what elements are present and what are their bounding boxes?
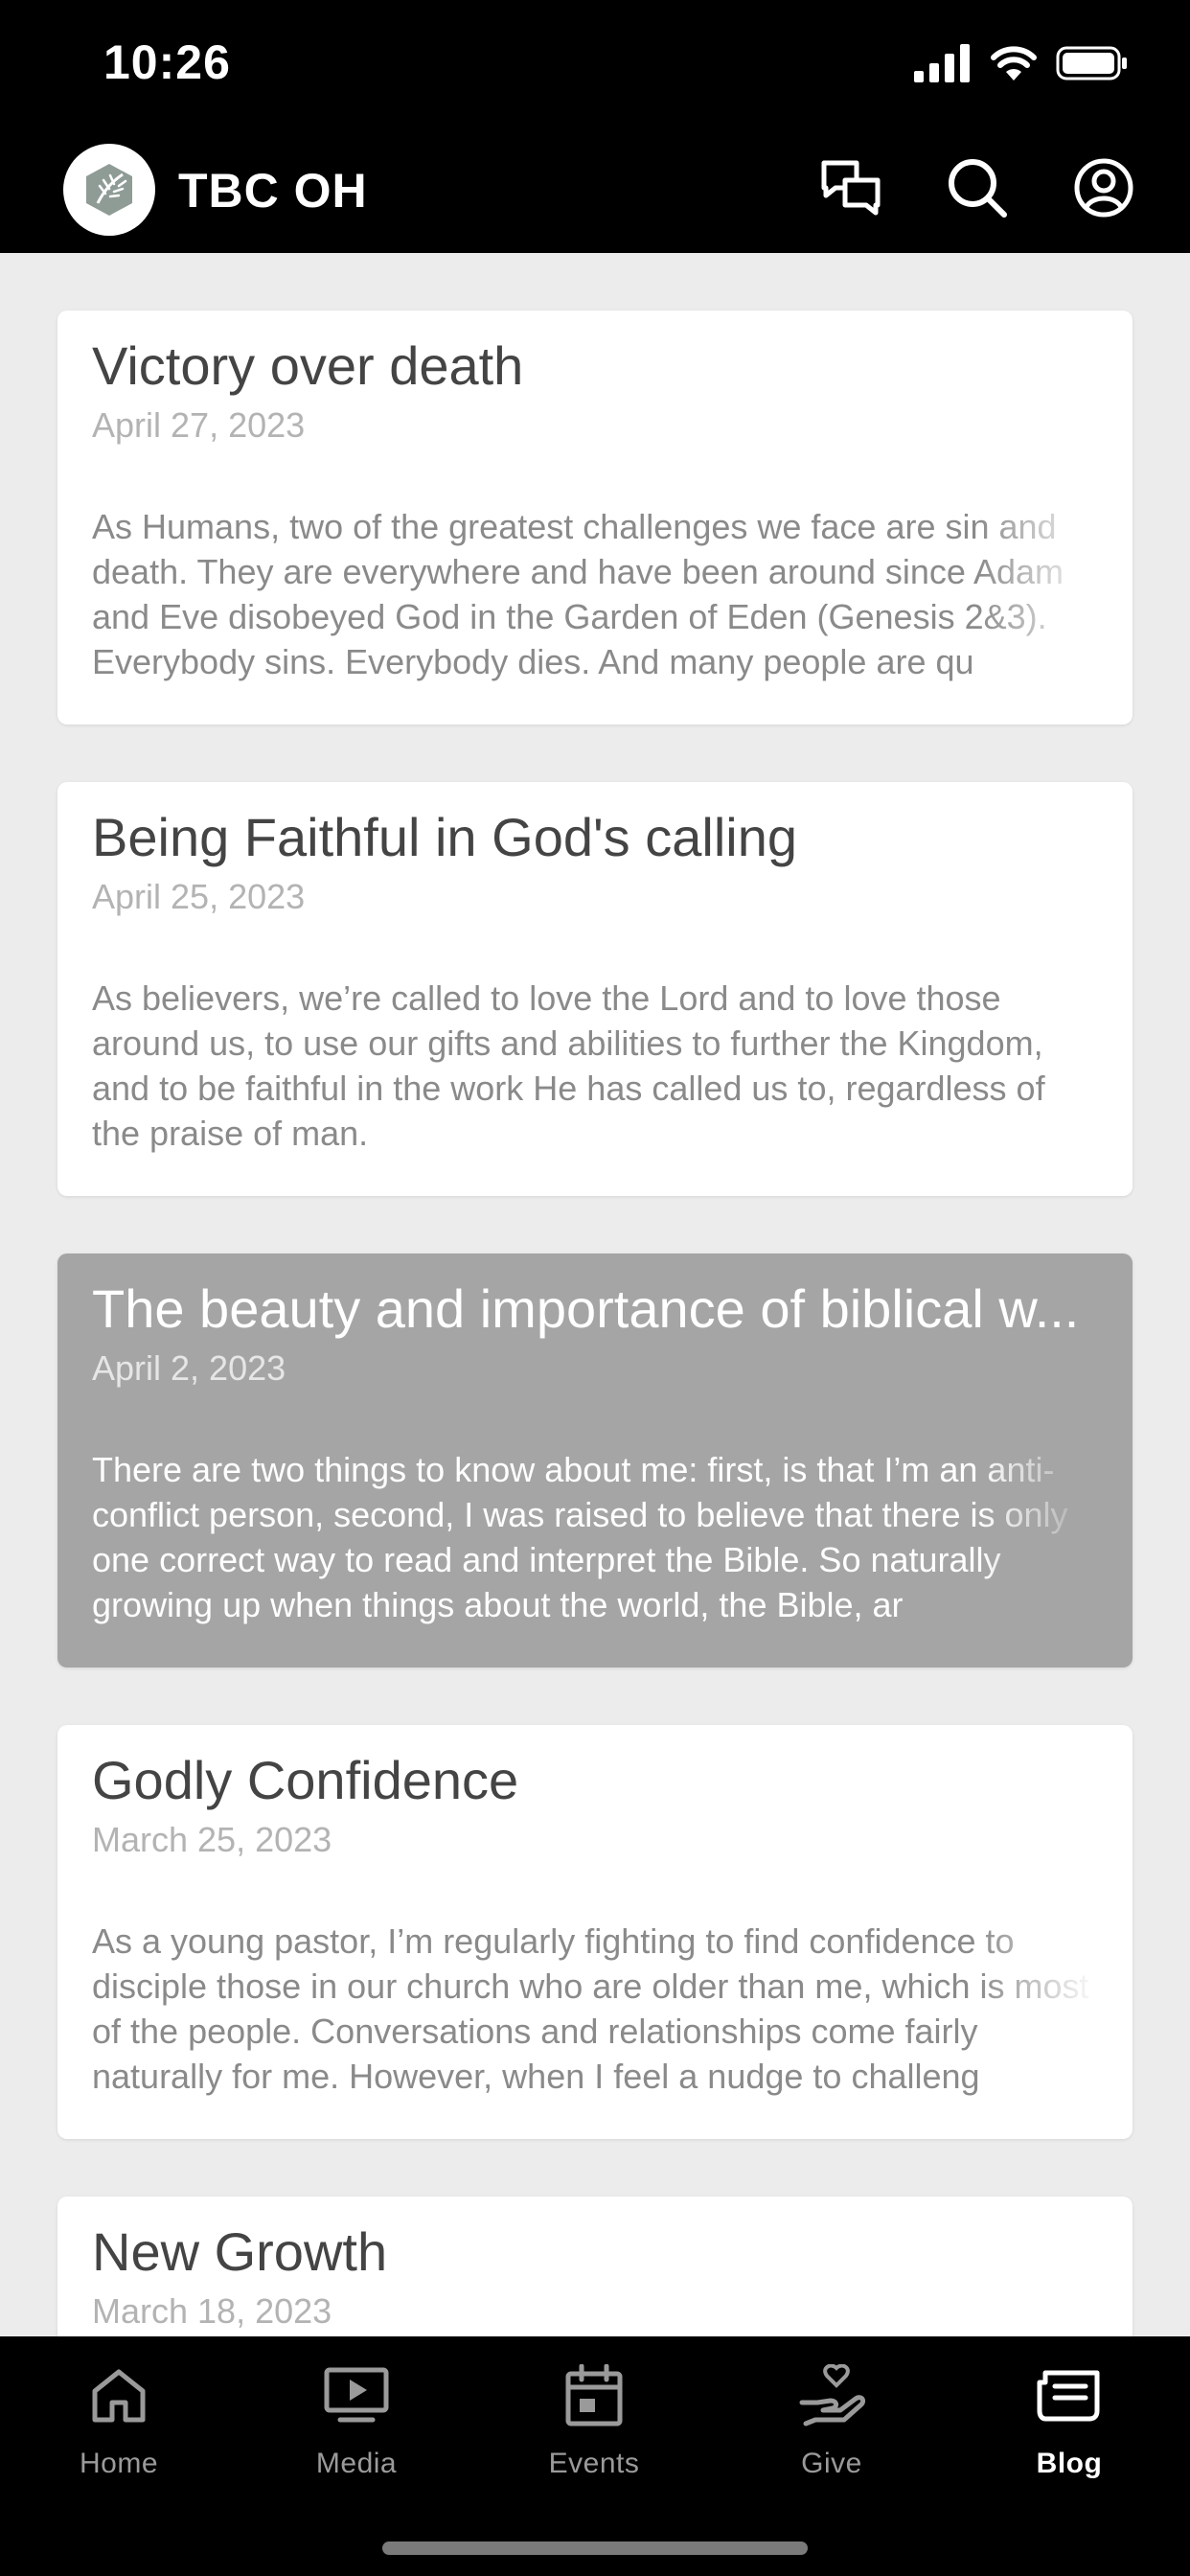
- tab-label: Home: [79, 2448, 159, 2479]
- church-logo[interactable]: [63, 144, 155, 236]
- media-icon: [318, 2358, 395, 2434]
- post-title: Victory over death: [92, 335, 524, 396]
- tab-label: Blog: [1036, 2448, 1103, 2479]
- app-header: TBC OH: [0, 134, 1190, 253]
- blog-icon: [1031, 2358, 1108, 2434]
- give-icon: [793, 2358, 870, 2434]
- battery-icon: [1056, 46, 1127, 80]
- post-excerpt: There are two things to know about me: f…: [92, 1450, 1068, 1624]
- wifi-icon: [991, 46, 1037, 80]
- home-indicator[interactable]: [382, 2542, 808, 2555]
- post-title: Godly Confidence: [92, 1750, 519, 1810]
- app-title: TBC OH: [178, 164, 368, 218]
- status-time: 10:26: [103, 35, 231, 89]
- user-icon: [1074, 158, 1133, 218]
- leaf-logo-icon: [86, 164, 132, 216]
- tab-media[interactable]: Media: [238, 2358, 475, 2501]
- header-actions: [818, 155, 1136, 220]
- blog-post-card[interactable]: New Growth March 18, 2023: [57, 2196, 1133, 2336]
- tab-label: Events: [548, 2448, 640, 2479]
- status-bar: 10:26: [0, 0, 1190, 134]
- post-excerpt: As a young pastor, I’m regularly fightin…: [92, 1921, 1089, 2096]
- post-title: The beauty and importance of biblical w.…: [92, 1278, 1080, 1339]
- post-date: April 2, 2023: [92, 1348, 286, 1388]
- tab-bar: Home Media Events Give Blog: [0, 2336, 1190, 2576]
- post-date: March 25, 2023: [92, 1820, 332, 1859]
- post-date: April 25, 2023: [92, 877, 306, 916]
- blog-feed[interactable]: Victory over death April 27, 2023 As Hum…: [0, 253, 1190, 2336]
- messages-button[interactable]: [818, 155, 883, 220]
- home-icon: [80, 2358, 157, 2434]
- signal-icon: [914, 44, 970, 82]
- profile-button[interactable]: [1071, 155, 1136, 220]
- calendar-icon: [556, 2358, 632, 2434]
- post-date: March 18, 2023: [92, 2291, 332, 2331]
- blog-post-card-selected[interactable]: The beauty and importance of biblical w.…: [57, 1254, 1133, 1668]
- tab-give[interactable]: Give: [713, 2358, 950, 2501]
- tab-label: Media: [315, 2448, 398, 2479]
- status-icons: [914, 42, 1129, 84]
- post-date: April 27, 2023: [92, 405, 306, 445]
- post-title: New Growth: [92, 2221, 388, 2282]
- tab-label: Give: [801, 2448, 862, 2479]
- post-excerpt: As Humans, two of the greatest challenge…: [92, 507, 1064, 681]
- chat-icon: [821, 160, 881, 216]
- tab-blog[interactable]: Blog: [950, 2358, 1188, 2501]
- blog-post-card[interactable]: Godly Confidence March 25, 2023 As a you…: [57, 1725, 1133, 2139]
- search-button[interactable]: [945, 155, 1010, 220]
- tab-home[interactable]: Home: [0, 2358, 238, 2501]
- tab-events[interactable]: Events: [475, 2358, 713, 2501]
- post-title: Being Faithful in God's calling: [92, 807, 797, 867]
- blog-post-card[interactable]: Victory over death April 27, 2023 As Hum…: [57, 310, 1133, 724]
- search-icon: [949, 159, 1007, 218]
- blog-post-card[interactable]: Being Faithful in God's calling April 25…: [57, 782, 1133, 1196]
- post-excerpt: As believers, we’re called to love the L…: [92, 978, 1045, 1153]
